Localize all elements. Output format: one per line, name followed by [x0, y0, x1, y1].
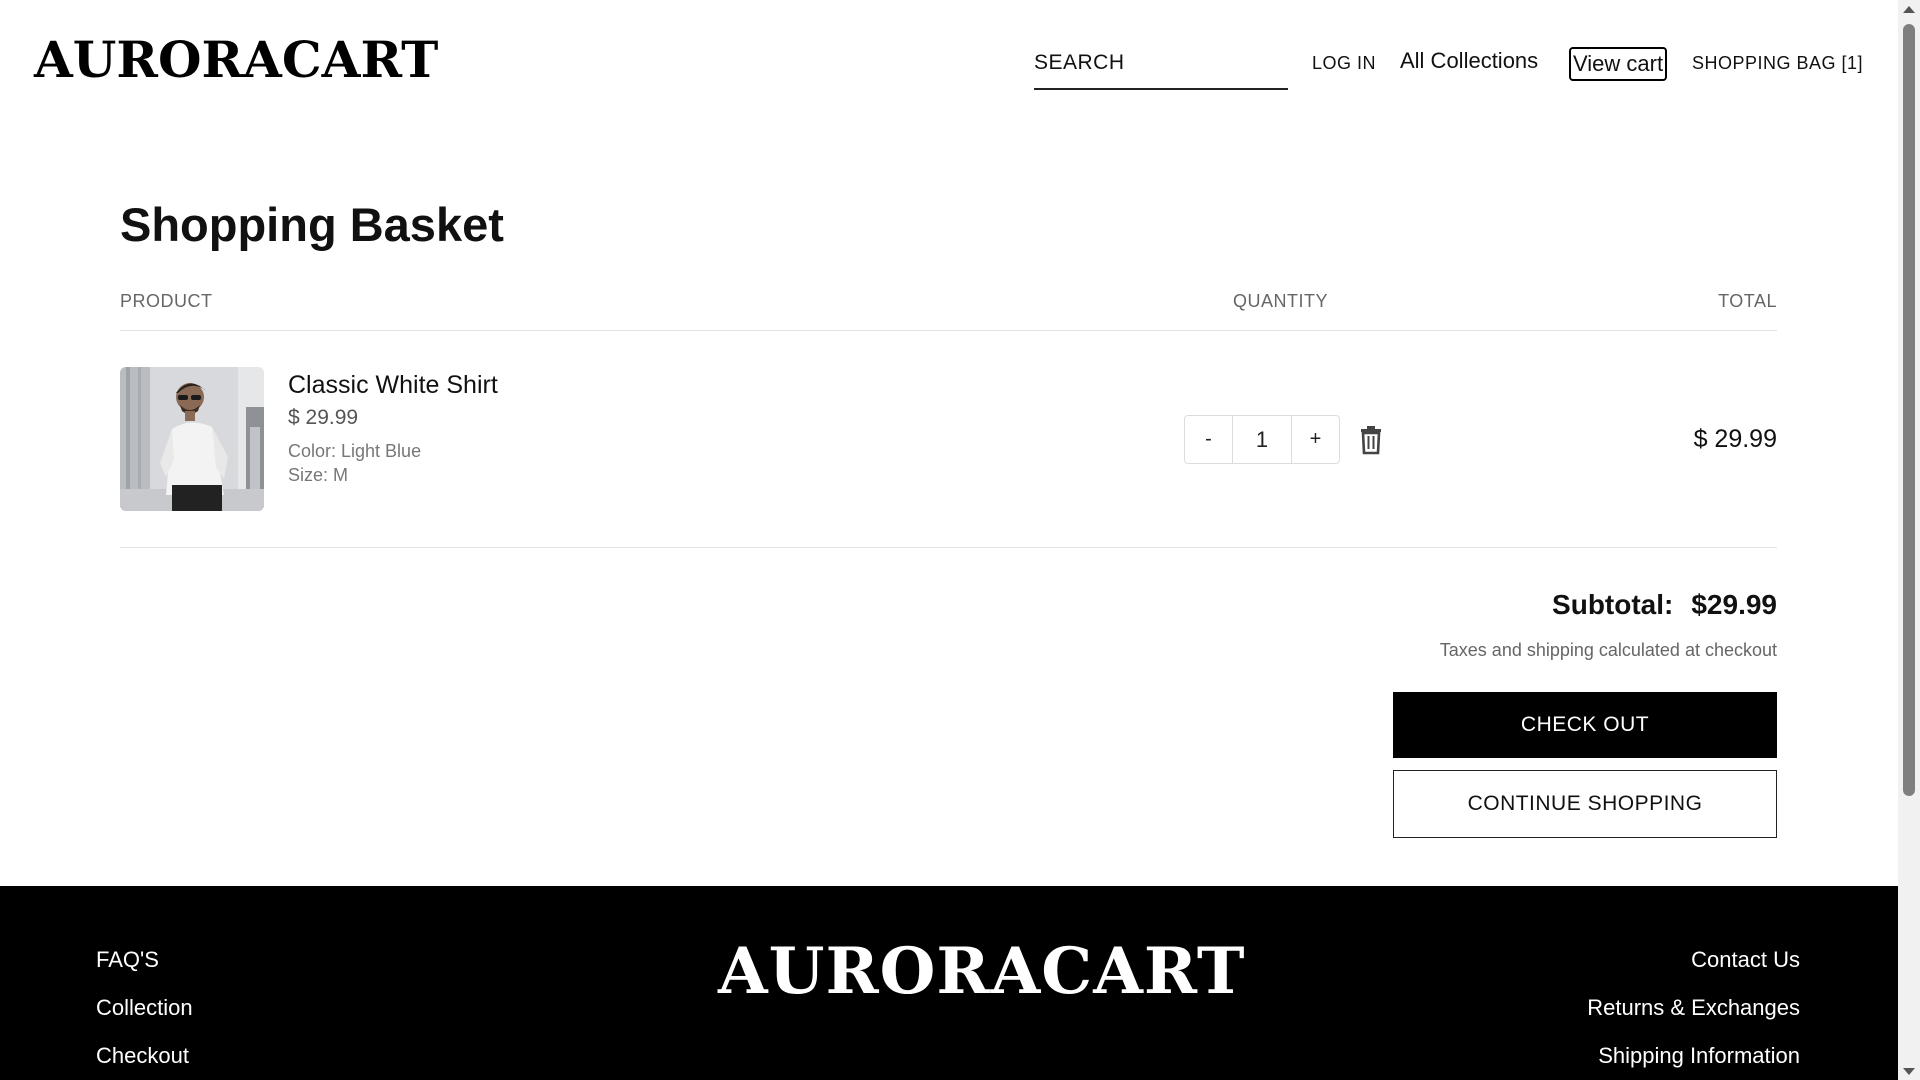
page: AURORACART LOG IN All Collections View c… [0, 0, 1898, 1080]
column-header-product: PRODUCT [120, 291, 213, 311]
search-field[interactable] [1034, 44, 1288, 90]
footer-link-returns[interactable]: Returns & Exchanges [1587, 994, 1800, 1022]
all-collections-link[interactable]: All Collections [1400, 48, 1538, 74]
quantity-value[interactable]: 1 [1232, 416, 1292, 463]
checkout-button[interactable]: CHECK OUT [1393, 692, 1777, 758]
footer-link-shipping[interactable]: Shipping Information [1598, 1042, 1800, 1070]
vertical-scrollbar[interactable] [1898, 0, 1920, 1080]
column-header-quantity: QUANTITY [1233, 291, 1329, 311]
tax-note: Taxes and shipping calculated at checkou… [1439, 640, 1777, 660]
shopping-bag-link[interactable]: SHOPPING BAG [1] [1692, 50, 1863, 76]
subtotal-value: $29.99 [1691, 589, 1777, 620]
footer-link-checkout[interactable]: Checkout [96, 1042, 189, 1070]
product-thumbnail[interactable] [120, 367, 264, 511]
subtotal: Subtotal: $29.99 [1552, 588, 1777, 622]
site-logo[interactable]: AURORACART [34, 30, 438, 90]
column-header-total: TOTAL [1718, 291, 1777, 311]
footer-link-collection[interactable]: Collection [96, 994, 193, 1022]
product-name[interactable]: Classic White Shirt [288, 370, 498, 400]
scroll-down-arrow-icon[interactable] [1898, 1062, 1920, 1080]
divider [120, 330, 1777, 331]
login-link[interactable]: LOG IN [1312, 50, 1376, 76]
scroll-up-arrow-icon[interactable] [1898, 0, 1920, 18]
trash-icon[interactable] [1357, 425, 1385, 455]
divider [120, 547, 1777, 548]
scrollbar-thumb[interactable] [1903, 24, 1915, 796]
continue-shopping-button[interactable]: CONTINUE SHOPPING [1393, 770, 1777, 838]
product-price: $ 29.99 [288, 406, 359, 429]
footer-link-faqs[interactable]: FAQ'S [96, 946, 159, 974]
increment-button[interactable]: + [1292, 416, 1339, 463]
product-size: Size: M [288, 465, 349, 485]
product-photo-white-shirt [120, 367, 264, 511]
product-color: Color: Light Blue [288, 441, 422, 461]
footer-logo[interactable]: AURORACART [718, 936, 1246, 1008]
row-total: $ 29.99 [1693, 425, 1777, 453]
subtotal-label: Subtotal: [1552, 589, 1674, 620]
search-input[interactable] [1034, 44, 1288, 82]
decrement-button[interactable]: - [1185, 416, 1232, 463]
quantity-stepper: - 1 + [1184, 415, 1340, 464]
footer-link-contact[interactable]: Contact Us [1691, 946, 1800, 974]
page-title: Shopping Basket [120, 198, 504, 251]
view-cart-link[interactable]: View cart [1569, 47, 1668, 81]
